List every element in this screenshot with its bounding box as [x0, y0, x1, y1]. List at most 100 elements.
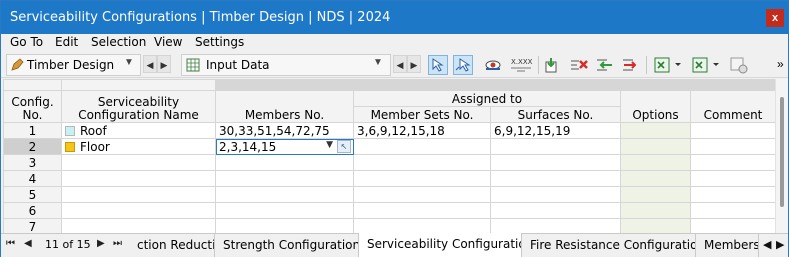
row-number[interactable]: 6 [3, 202, 62, 219]
menu-settings[interactable]: Settings [195, 35, 244, 49]
scrollbar-thumb[interactable] [780, 97, 784, 207]
next-page-icon[interactable]: ▶ [97, 238, 105, 249]
name-cell[interactable] [61, 186, 216, 203]
delete-button[interactable] [569, 55, 589, 75]
view-button[interactable] [483, 55, 503, 75]
options-cell[interactable] [620, 170, 691, 187]
row-number[interactable]: 4 [3, 170, 62, 187]
name-cell[interactable] [61, 170, 216, 187]
table-row[interactable]: 1 Roof 30,33,51,54,72,75 3,6,9,12,15,18 … [3, 122, 776, 139]
header-name[interactable]: Serviceability Configuration Name [61, 90, 216, 123]
number-format-button[interactable]: X.XXX [509, 55, 533, 75]
table-row[interactable]: 6 [3, 202, 776, 219]
prev-module-button[interactable]: ◀ [143, 55, 157, 73]
select-in-graphic-button[interactable] [453, 55, 473, 75]
row-number[interactable]: 3 [3, 154, 62, 171]
name-cell[interactable] [61, 202, 216, 219]
members-cell[interactable] [215, 202, 354, 219]
import-button[interactable] [543, 55, 563, 75]
member-sets-cell[interactable] [353, 170, 491, 187]
comment-cell[interactable] [690, 138, 776, 155]
tab-scroll-right-icon[interactable]: ▶ [776, 238, 784, 251]
row-number[interactable]: 1 [3, 122, 62, 139]
data-combo[interactable]: Input Data ▼ [181, 54, 391, 76]
next-data-button[interactable]: ▶ [407, 55, 421, 73]
member-sets-cell[interactable] [353, 154, 491, 171]
surfaces-cell[interactable] [490, 170, 621, 187]
move-right-button[interactable] [621, 55, 641, 75]
comment-cell[interactable] [690, 218, 776, 233]
next-module-button[interactable]: ▶ [157, 55, 171, 73]
options-cell[interactable] [620, 218, 691, 233]
options-cell[interactable] [620, 202, 691, 219]
tab-serviceability-configurations[interactable]: Serviceability Configurations [358, 233, 522, 257]
member-sets-cell[interactable] [353, 186, 491, 203]
surfaces-cell[interactable] [490, 218, 621, 233]
row-number[interactable]: 7 [3, 218, 62, 233]
surfaces-cell[interactable] [490, 154, 621, 171]
surfaces-cell[interactable]: 6,9,12,15,19 [490, 122, 621, 139]
header-comment[interactable]: Comment [690, 106, 776, 123]
surfaces-cell[interactable] [490, 202, 621, 219]
close-button[interactable]: x [766, 9, 784, 27]
name-cell[interactable] [61, 218, 216, 233]
import-excel-button[interactable] [691, 55, 723, 75]
table-row[interactable]: 4 [3, 170, 776, 187]
prev-data-button[interactable]: ◀ [393, 55, 407, 73]
header-config-no[interactable]: Config. No. [3, 90, 62, 123]
members-cell[interactable] [215, 186, 354, 203]
members-edit-cell[interactable]: 2,3,14,15 ▼ ↖ [215, 138, 354, 155]
header-options[interactable]: Options [620, 106, 691, 123]
surfaces-cell[interactable] [490, 186, 621, 203]
name-cell[interactable] [61, 154, 216, 171]
table-row[interactable]: 7 [3, 218, 776, 233]
tab-members[interactable]: Members [696, 234, 759, 257]
pick-in-graphic-icon[interactable]: ↖ [337, 140, 351, 153]
members-cell[interactable] [215, 218, 354, 233]
options-cell[interactable] [620, 122, 691, 139]
member-sets-cell[interactable] [353, 138, 491, 155]
members-cell[interactable]: 30,33,51,54,72,75 [215, 122, 354, 139]
name-cell[interactable]: Roof [61, 122, 216, 139]
row-number[interactable]: 5 [3, 186, 62, 203]
members-cell[interactable] [215, 170, 354, 187]
chevron-down-icon[interactable]: ▼ [326, 140, 333, 150]
tab-scroll-left-icon[interactable]: ◀ [763, 238, 771, 251]
comment-cell[interactable] [690, 202, 776, 219]
menu-view[interactable]: View [154, 35, 182, 49]
move-left-button[interactable] [595, 55, 615, 75]
comment-cell[interactable] [690, 170, 776, 187]
member-sets-cell[interactable] [353, 202, 491, 219]
table-row[interactable]: 3 [3, 154, 776, 171]
header-member-sets[interactable]: Member Sets No. [353, 106, 491, 123]
member-sets-cell[interactable]: 3,6,9,12,15,18 [353, 122, 491, 139]
header-surfaces[interactable]: Surfaces No. [490, 106, 621, 123]
export-excel-button[interactable] [653, 55, 685, 75]
header-members[interactable]: Members No. [215, 106, 354, 123]
toolbar-overflow-button[interactable]: » [777, 57, 784, 71]
tab-section-reductions[interactable]: ction Reductions [129, 234, 215, 257]
last-page-icon[interactable]: ⏭ [113, 238, 122, 249]
module-combo[interactable]: Timber Design ▼ [6, 54, 141, 76]
menu-goto[interactable]: Go To [10, 35, 43, 49]
first-page-icon[interactable]: ⏮ [6, 238, 15, 249]
table-row[interactable]: 2 Floor 2,3,14,15 ▼ ↖ [3, 138, 776, 155]
member-sets-cell[interactable] [353, 218, 491, 233]
options-cell[interactable] [620, 186, 691, 203]
comment-cell[interactable] [690, 122, 776, 139]
options-cell[interactable] [620, 154, 691, 171]
select-cursor-button[interactable] [428, 55, 448, 75]
settings-table-button[interactable] [729, 55, 749, 75]
comment-cell[interactable] [690, 154, 776, 171]
prev-page-icon[interactable]: ◀ [24, 238, 32, 249]
options-cell[interactable] [620, 138, 691, 155]
table-row[interactable]: 5 [3, 186, 776, 203]
tab-strength-configurations[interactable]: Strength Configurations [215, 234, 359, 257]
comment-cell[interactable] [690, 186, 776, 203]
members-input[interactable]: 2,3,14,15 [219, 140, 276, 154]
menu-edit[interactable]: Edit [55, 35, 78, 49]
surfaces-cell[interactable] [490, 138, 621, 155]
tab-fire-resistance-configurations[interactable]: Fire Resistance Configurations [522, 234, 696, 257]
row-number[interactable]: 2 [3, 138, 62, 155]
members-cell[interactable] [215, 154, 354, 171]
